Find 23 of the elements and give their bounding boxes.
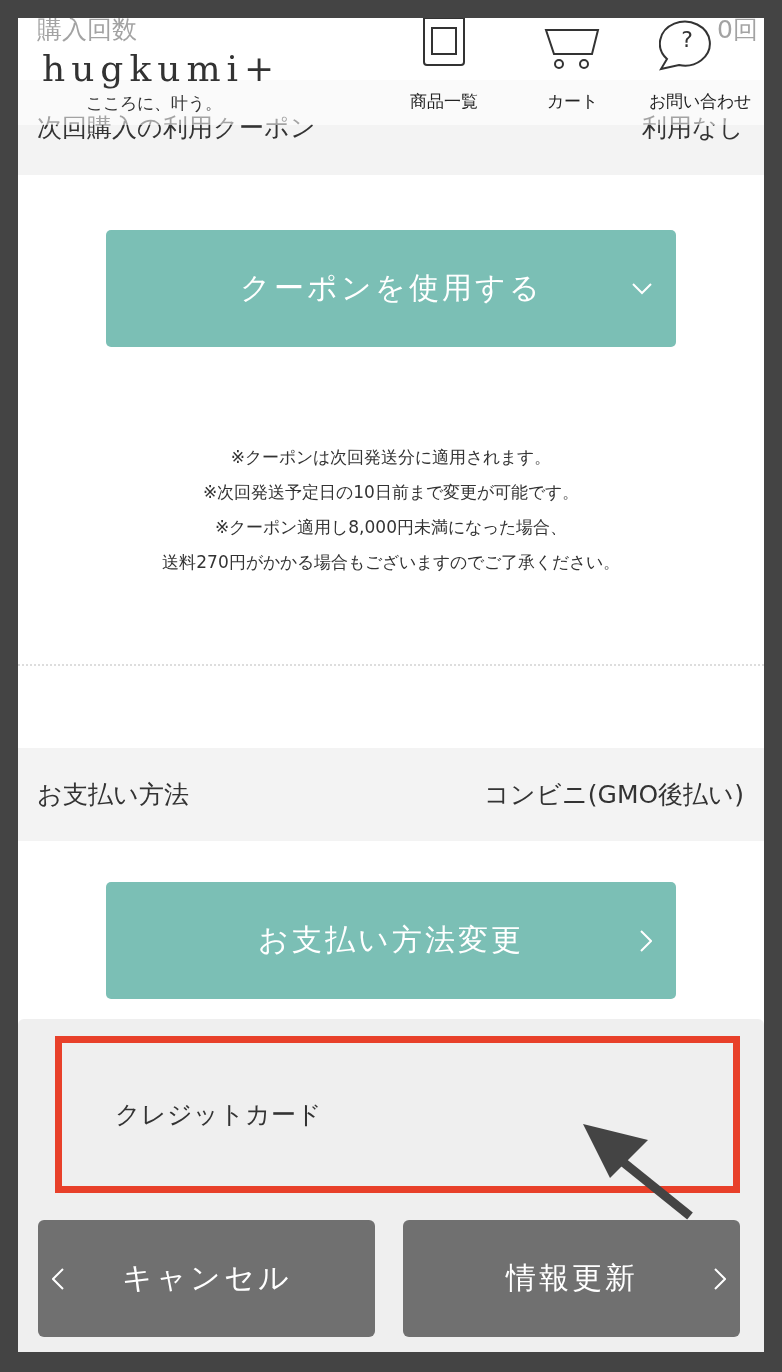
row-label: お支払い方法: [37, 779, 189, 811]
tagline: こころに、叶う。: [86, 93, 222, 113]
coupon-note: ※クーポン適用し8,000円未満になった場合、: [215, 516, 567, 539]
coupon-note: 送料270円がかかる場合もございますのでご了承ください。: [162, 551, 620, 574]
row-value: 0回: [717, 18, 758, 43]
row-value: 利用なし: [642, 112, 744, 144]
logo[interactable]: hugkumi+: [42, 47, 281, 91]
chevron-left-icon: [52, 1267, 64, 1290]
coupon-note: ※クーポンは次回発送分に適用されます。: [230, 446, 552, 469]
chevron-icon: [632, 282, 652, 295]
row-label: 次回購入の利用クーポン: [37, 112, 316, 144]
nav-link[interactable]: お問い合わせ: [649, 90, 751, 113]
coupon-note: ※次回発送予定日の10日前まで変更が可能です。: [203, 481, 579, 504]
cancel-button[interactable]: キャンセル: [38, 1220, 375, 1337]
nav-link[interactable]: カート: [546, 90, 598, 113]
row-value: コンビニ(GMO後払い): [483, 779, 744, 811]
row-label: 購入回数: [37, 18, 137, 43]
nav-link[interactable]: 商品一覧: [410, 90, 478, 113]
payment-option[interactable]: クレジットカード: [55, 1036, 740, 1193]
package-icon: [422, 18, 466, 66]
chevron-icon: [640, 929, 652, 952]
chevron-right-icon: [714, 1267, 726, 1290]
update-button[interactable]: 情報更新: [403, 1220, 740, 1337]
